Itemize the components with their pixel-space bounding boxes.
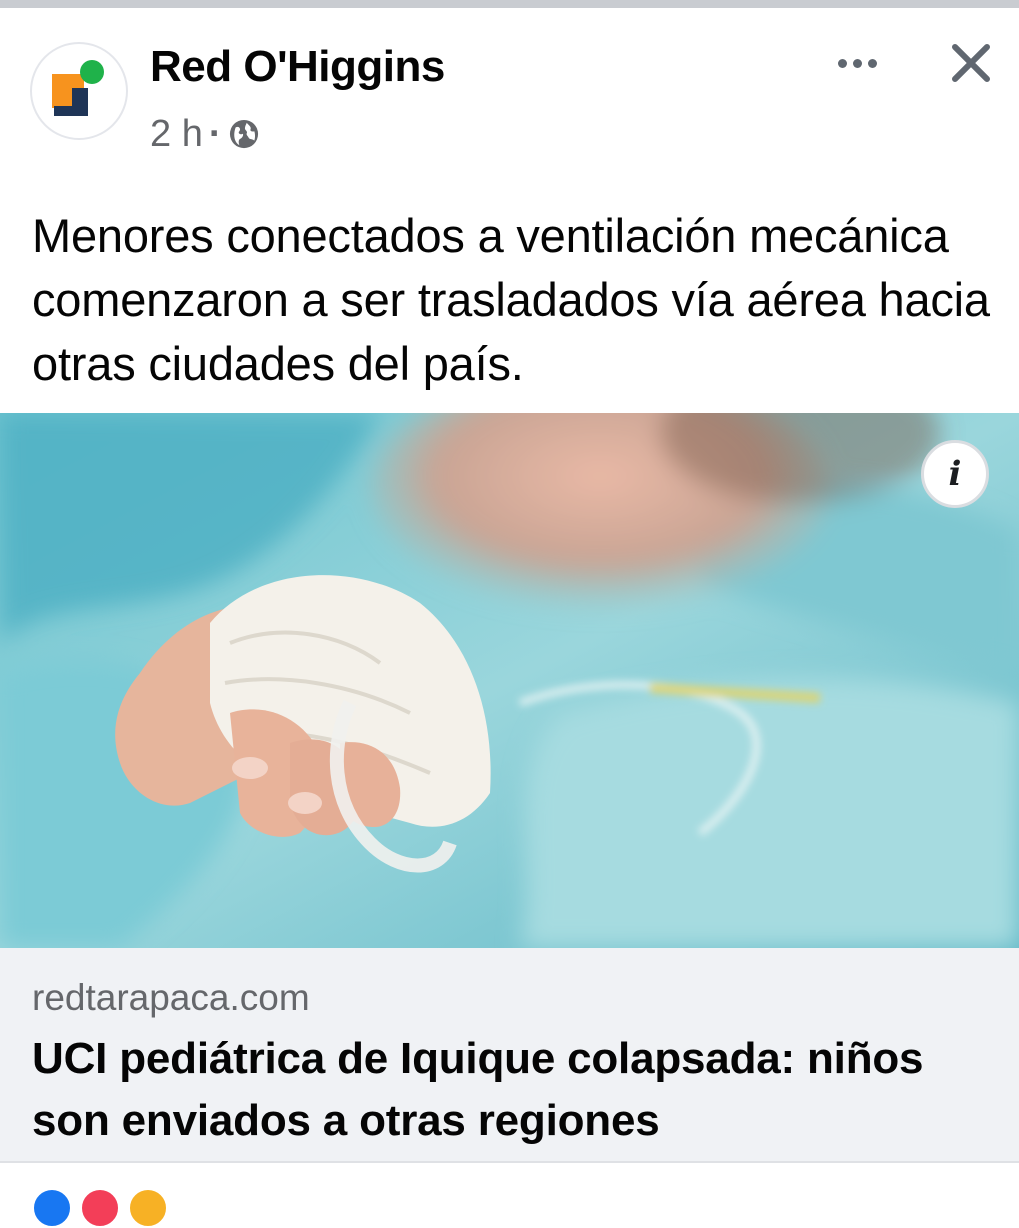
- post-text: Menores conectados a ventilación mecánic…: [32, 209, 990, 390]
- more-dot: [867, 58, 877, 68]
- page-name-link[interactable]: Red O'Higgins: [150, 42, 445, 92]
- care-reaction-icon: [128, 1188, 168, 1228]
- link-title[interactable]: UCI pediátrica de Iquique colapsada: niñ…: [32, 1028, 992, 1152]
- more-options-button[interactable]: [832, 48, 882, 78]
- meta-separator: ·: [208, 112, 222, 155]
- like-reaction-icon: [32, 1188, 72, 1228]
- link-preview-image[interactable]: [0, 413, 1019, 948]
- more-dot: [852, 58, 862, 68]
- top-divider: [0, 0, 1019, 8]
- page-avatar[interactable]: [30, 42, 128, 140]
- love-reaction-icon: [80, 1188, 120, 1228]
- close-icon[interactable]: [946, 38, 996, 88]
- info-label: i: [948, 454, 962, 494]
- more-dots-icon: [837, 58, 847, 68]
- link-domain[interactable]: redtarapaca.com: [32, 977, 310, 1019]
- child-hand-photo: [0, 413, 1019, 948]
- red-ohiggins-logo-icon: [52, 60, 104, 116]
- post-meta: 2 h ·: [150, 112, 259, 156]
- info-icon[interactable]: i: [921, 440, 989, 508]
- post-time[interactable]: 2 h: [150, 113, 203, 156]
- globe-icon: [230, 119, 259, 149]
- reaction-summary[interactable]: [32, 1188, 176, 1228]
